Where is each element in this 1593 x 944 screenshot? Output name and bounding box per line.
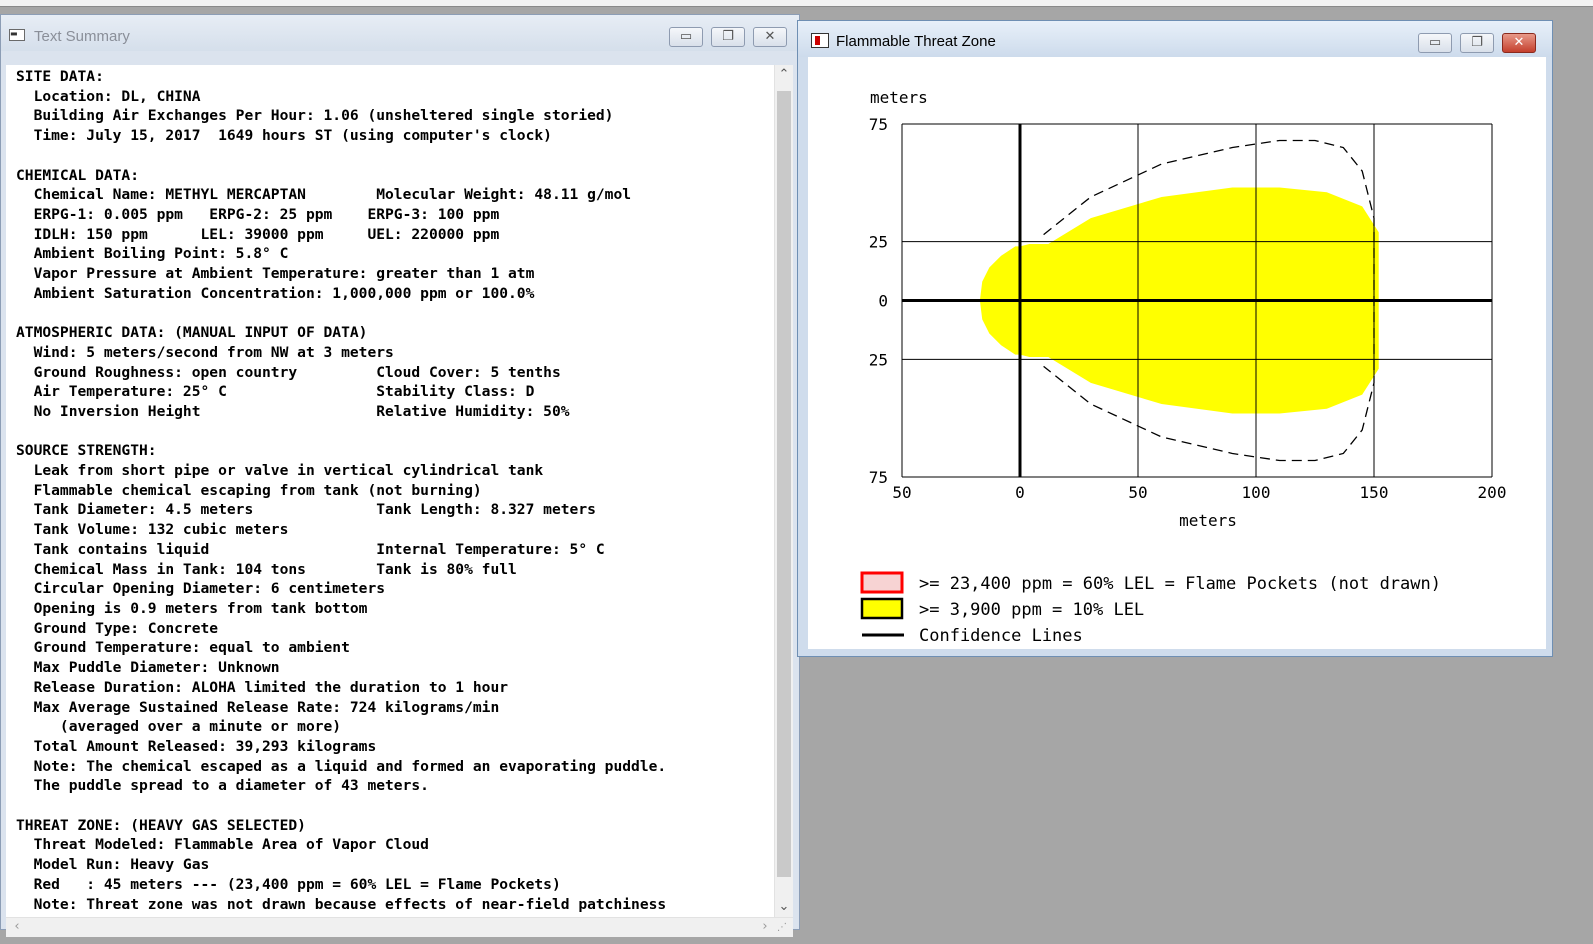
- summary-line: ATMOSPHERIC DATA: (MANUAL INPUT OF DATA): [16, 324, 368, 342]
- top-strip: [0, 0, 1593, 7]
- summary-line: Wind: 5 meters/second from NW at 3 meter…: [16, 343, 394, 361]
- summary-line: Opening is 0.9 meters from tank bottom: [16, 599, 368, 617]
- summary-line: ERPG-1: 0.005 ppm ERPG-2: 25 ppm ERPG-3:…: [16, 205, 500, 223]
- summary-line: The puddle spread to a diameter of 43 me…: [16, 777, 429, 795]
- summary-line: Leak from short pipe or valve in vertica…: [16, 462, 544, 480]
- summary-line: Note: The chemical escaped as a liquid a…: [16, 757, 667, 775]
- summary-line: Building Air Exchanges Per Hour: 1.06 (u…: [16, 107, 614, 125]
- threat-zone-window: Flammable Threat Zone ▭ ❐ ✕ meters meter…: [797, 20, 1553, 657]
- summary-line: CHEMICAL DATA:: [16, 166, 140, 184]
- summary-line: No Inversion Height Relative Humidity: 5…: [16, 402, 570, 420]
- summary-line: Tank contains liquid Internal Temperatur…: [16, 540, 605, 558]
- scroll-thumb[interactable]: [777, 91, 791, 877]
- y-tick-label: 25: [869, 350, 888, 369]
- summary-line: Total Amount Released: 39,293 kilograms: [16, 737, 377, 755]
- summary-line: Circular Opening Diameter: 6 centimeters: [16, 580, 386, 598]
- legend-label: Confidence Lines: [919, 626, 1083, 646]
- y-axis-label: meters: [870, 88, 928, 107]
- summary-line: Ground Type: Concrete: [16, 619, 219, 637]
- summary-line: Note: Threat zone was not drawn because …: [16, 895, 667, 913]
- summary-line: Release Duration: ALOHA limited the dura…: [16, 678, 509, 696]
- close-button[interactable]: ✕: [1502, 33, 1536, 53]
- vertical-scrollbar[interactable]: ⌃ ⌄: [774, 65, 793, 917]
- scroll-right-icon[interactable]: ›: [756, 918, 774, 938]
- legend-flame-pocket-swatch: [860, 571, 904, 594]
- summary-text: SITE DATA: Location: DL, CHINA Building …: [16, 67, 666, 914]
- document-icon: ▬: [9, 29, 25, 41]
- summary-line: Air Temperature: 25° C Stability Class: …: [16, 383, 535, 401]
- y-tick-label: 75: [869, 115, 888, 134]
- legend-label: >= 3,900 ppm = 10% LEL: [919, 600, 1144, 620]
- close-button[interactable]: ✕: [753, 27, 787, 47]
- threat-zone-title: Flammable Threat Zone: [836, 33, 996, 50]
- summary-line: Chemical Name: METHYL MERCAPTAN Molecula…: [16, 186, 632, 204]
- summary-line: SITE DATA:: [16, 68, 104, 85]
- summary-line: Model Run: Heavy Gas: [16, 856, 210, 874]
- summary-line: Ambient Saturation Concentration: 1,000,…: [16, 284, 535, 302]
- summary-line: Max Average Sustained Release Rate: 724 …: [16, 698, 500, 716]
- scroll-left-icon[interactable]: ‹: [8, 918, 26, 938]
- summary-line: Ground Temperature: equal to ambient: [16, 639, 350, 657]
- y-tick-label: 0: [878, 292, 888, 311]
- scroll-down-icon[interactable]: ⌄: [775, 897, 793, 917]
- summary-line: Ambient Boiling Point: 5.8° C: [16, 245, 289, 263]
- x-axis-label: meters: [1179, 511, 1237, 530]
- x-tick-label: 200: [1478, 483, 1507, 502]
- threat-zone-titlebar[interactable]: Flammable Threat Zone ▭ ❐ ✕: [798, 21, 1552, 57]
- text-summary-titlebar[interactable]: ▬ Text Summary ▭ ❐ ✕: [1, 15, 799, 51]
- threat-zone-plot-area: meters meters 50 0 50 100 150 200 75 25 0 25 75 >= …: [808, 57, 1546, 649]
- summary-line: Chemical Mass in Tank: 104 tons Tank is …: [16, 560, 517, 578]
- summary-line: Tank Volume: 132 cubic meters: [16, 521, 289, 539]
- summary-line: SOURCE STRENGTH:: [16, 442, 157, 460]
- summary-line: Vapor Pressure at Ambient Temperature: g…: [16, 265, 535, 283]
- summary-line: Flammable chemical escaping from tank (n…: [16, 481, 482, 499]
- summary-line: IDLH: 150 ppm LEL: 39000 ppm UEL: 220000…: [16, 225, 500, 243]
- threat-zone-chart: meters meters 50 0 50 100 150 200 75 25 0 25 75 >= …: [860, 88, 1507, 646]
- legend-lel-swatch: [860, 597, 904, 620]
- scroll-up-icon[interactable]: ⌃: [775, 65, 793, 85]
- text-summary-window: ▬ Text Summary ▭ ❐ ✕ SITE DATA: Location…: [0, 14, 800, 937]
- summary-line: Threat Modeled: Flammable Area of Vapor …: [16, 836, 429, 854]
- y-tick-label: 75: [869, 468, 888, 487]
- x-tick-label: 0: [1015, 483, 1025, 502]
- x-tick-label: 50: [892, 483, 911, 502]
- summary-line: Time: July 15, 2017 1649 hours ST (using…: [16, 127, 552, 145]
- text-summary-title: Text Summary: [34, 28, 130, 45]
- summary-line: Location: DL, CHINA: [16, 87, 201, 105]
- x-tick-label: 150: [1360, 483, 1389, 502]
- summary-line: Tank Diameter: 4.5 meters Tank Length: 8…: [16, 501, 596, 519]
- summary-line: THREAT ZONE: (HEAVY GAS SELECTED): [16, 816, 306, 834]
- minimize-button[interactable]: ▭: [669, 27, 703, 47]
- summary-line: Ground Roughness: open country Cloud Cov…: [16, 363, 561, 381]
- restore-button[interactable]: ❐: [1460, 33, 1494, 53]
- summary-line: Red : 45 meters --- (23,400 ppm = 60% LE…: [16, 875, 561, 893]
- summary-line: Max Puddle Diameter: Unknown: [16, 659, 280, 677]
- summary-line: (averaged over a minute or more): [16, 718, 342, 736]
- x-tick-label: 50: [1128, 483, 1147, 502]
- resize-grip-icon[interactable]: ⋰: [777, 921, 791, 935]
- threat-zone-app-icon: [811, 33, 829, 48]
- horizontal-scrollbar[interactable]: ‹ ›: [6, 917, 793, 937]
- minimize-button[interactable]: ▭: [1418, 33, 1452, 53]
- y-tick-label: 25: [869, 233, 888, 252]
- restore-button[interactable]: ❐: [711, 27, 745, 47]
- x-tick-label: 100: [1242, 483, 1271, 502]
- text-summary-content[interactable]: SITE DATA: Location: DL, CHINA Building …: [6, 65, 793, 917]
- legend-label: >= 23,400 ppm = 60% LEL = Flame Pockets …: [919, 574, 1441, 594]
